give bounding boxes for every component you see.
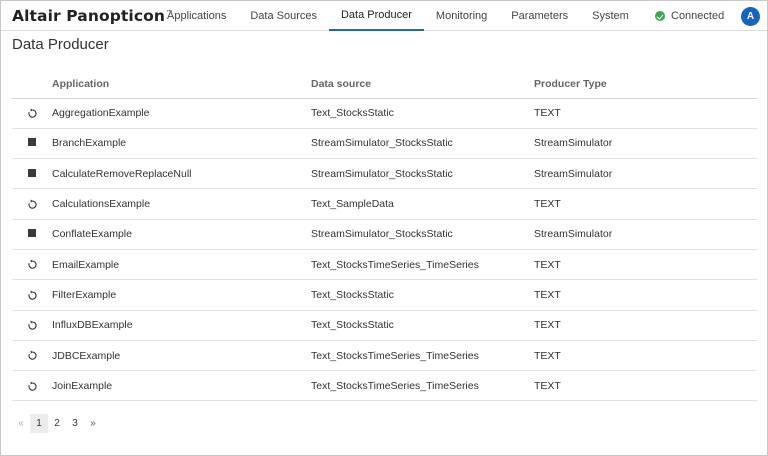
stop-icon[interactable] (28, 138, 36, 147)
producer-type-cell: TEXT (534, 310, 757, 341)
brand-logo: Altair Panopticon™ (12, 7, 173, 25)
producer-type-cell: TEXT (534, 98, 757, 129)
refresh-icon[interactable] (27, 198, 38, 210)
main-nav: Applications Data Sources Data Producer Mon… (155, 1, 641, 31)
application-cell: ConflateExample (52, 219, 311, 250)
data-source-cell: Text_StocksStatic (311, 98, 534, 129)
data-source-cell: Text_StocksTimeSeries_TimeSeries (311, 340, 534, 372)
application-cell: JDBCExample (52, 340, 311, 372)
application-cell: AggregationExample (52, 98, 311, 129)
column-header-state (12, 71, 52, 99)
data-source-cell: Text_StocksStatic (311, 310, 534, 341)
refresh-icon[interactable] (27, 380, 38, 392)
table-row[interactable]: JDBCExample Text_StocksTimeSeries_TimeSer… (12, 340, 757, 372)
producer-table: Application Data source Producer Type Ag… (12, 71, 757, 402)
refresh-icon[interactable] (27, 107, 38, 119)
data-source-cell: Text_StocksStatic (311, 279, 534, 311)
producer-type-cell: TEXT (534, 370, 757, 402)
state-cell (12, 98, 52, 129)
producer-type-cell: TEXT (534, 340, 757, 372)
refresh-icon[interactable] (27, 319, 38, 331)
table-header-row: Application Data source Producer Type (12, 71, 757, 99)
refresh-icon[interactable] (27, 350, 38, 362)
user-avatar[interactable]: A (741, 7, 760, 26)
brand-name: Altair Panopticon (12, 7, 166, 25)
table-row[interactable]: JoinExample Text_StocksTimeSeries_TimeSer… (12, 370, 757, 402)
application-cell: EmailExample (52, 249, 311, 281)
stop-icon[interactable] (28, 229, 36, 238)
page-title: Data Producer (12, 36, 109, 53)
nav-tab-applications[interactable]: Applications (155, 1, 238, 31)
application-cell: JoinExample (52, 370, 311, 402)
table-row[interactable]: CalculateRemoveReplaceNull StreamSimulato… (12, 158, 757, 190)
column-header-data-source[interactable]: Data source (311, 71, 534, 99)
data-source-cell: Text_StocksTimeSeries_TimeSeries (311, 370, 534, 402)
top-bar: Altair Panopticon™ Applications Data Sour… (1, 1, 767, 31)
refresh-icon[interactable] (27, 259, 38, 271)
application-cell: InfluxDBExample (52, 310, 311, 341)
table-body: AggregationExample Text_StocksStatic TEXT B… (12, 98, 757, 402)
data-source-cell: StreamSimulator_StocksStatic (311, 158, 534, 190)
nav-tab-data-sources[interactable]: Data Sources (238, 1, 329, 31)
table-row[interactable]: EmailExample Text_StocksTimeSeries_TimeSe… (12, 249, 757, 281)
nav-tab-monitoring[interactable]: Monitoring (424, 1, 499, 31)
connection-status-label: Connected (671, 10, 725, 22)
producer-type-cell: StreamSimulator (534, 158, 757, 190)
stop-icon[interactable] (28, 168, 36, 177)
producer-type-cell: TEXT (534, 188, 757, 220)
table-row[interactable]: FilterExample Text_StocksStatic TEXT (12, 279, 757, 311)
nav-tab-parameters[interactable]: Parameters (499, 1, 580, 31)
state-cell (12, 279, 52, 311)
producer-type-cell: StreamSimulator (534, 128, 757, 160)
table-row[interactable]: ConflateExample StreamSimulator_StocksSta… (12, 219, 757, 250)
state-cell (12, 128, 52, 160)
connection-status: Connected (655, 10, 724, 22)
state-cell (12, 340, 52, 372)
table-row[interactable]: CalculationsExample Text_SampleData TEXT (12, 188, 757, 220)
table-row[interactable]: InfluxDBExample Text_StocksStatic TEXT (12, 310, 757, 341)
data-source-cell: StreamSimulator_StocksStatic (311, 219, 534, 250)
application-cell: CalculateRemoveReplaceNull (52, 158, 311, 190)
pagination: «1 2 3» (12, 414, 102, 433)
state-cell (12, 158, 52, 190)
application-cell: BranchExample (52, 128, 311, 160)
producer-type-cell: TEXT (534, 249, 757, 281)
column-header-application[interactable]: Application (52, 71, 311, 99)
state-cell (12, 249, 52, 281)
data-source-cell: Text_StocksTimeSeries_TimeSeries (311, 249, 534, 281)
pagination-page-2[interactable]: 2 (48, 414, 66, 433)
state-cell (12, 188, 52, 220)
column-header-producer-type[interactable]: Producer Type (534, 71, 757, 99)
pagination-page-3[interactable]: 3 (66, 414, 84, 433)
refresh-icon[interactable] (27, 289, 38, 301)
state-cell (12, 370, 52, 402)
application-cell: CalculationsExample (52, 188, 311, 220)
state-cell (12, 219, 52, 250)
pagination-next[interactable]: » (84, 414, 102, 433)
table-row[interactable]: BranchExample StreamSimulator_StocksStati… (12, 128, 757, 160)
nav-tab-data-producer[interactable]: Data Producer (328, 1, 424, 31)
data-source-cell: Text_SampleData (311, 188, 534, 220)
pagination-page-1[interactable]: 1 (30, 414, 48, 433)
pagination-prev[interactable]: « (12, 414, 30, 433)
state-cell (12, 310, 52, 341)
producer-type-cell: TEXT (534, 279, 757, 311)
producer-type-cell: StreamSimulator (534, 219, 757, 250)
application-cell: FilterExample (52, 279, 311, 311)
table-row[interactable]: AggregationExample Text_StocksStatic TEXT (12, 98, 757, 129)
data-source-cell: StreamSimulator_StocksStatic (311, 128, 534, 160)
nav-tab-system[interactable]: System (580, 1, 641, 31)
connected-check-icon (655, 11, 665, 21)
